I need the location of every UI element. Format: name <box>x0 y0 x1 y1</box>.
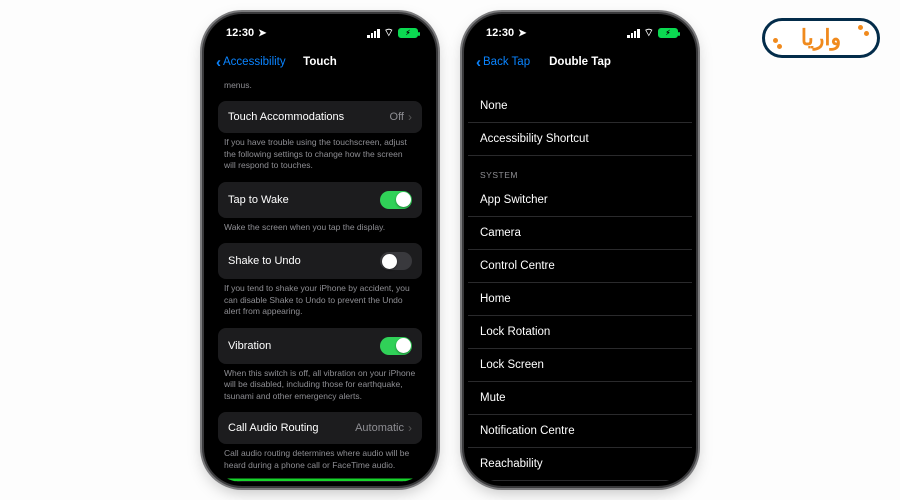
setting-label: Call Audio Routing <box>228 422 319 434</box>
footnote: If you have trouble using the touchscree… <box>218 133 422 181</box>
footnote: When this switch is off, all vibration o… <box>218 364 422 412</box>
footnote: Wake the screen when you tap the display… <box>218 218 422 243</box>
setting-row-back-tap[interactable]: Back TapOff› <box>218 481 422 482</box>
option-app-switcher[interactable]: App Switcher <box>468 184 692 217</box>
chevron-right-icon: › <box>408 110 412 124</box>
location-icon: ➤ <box>258 28 266 39</box>
location-icon: ➤ <box>518 28 526 39</box>
nav-header: ‹ Back Tap Double Tap <box>468 48 692 76</box>
chevron-left-icon: ‹ <box>216 55 221 70</box>
brand-logo: واریا <box>762 18 880 58</box>
screen-double-tap: 12:30 ➤ ⌔ ⚡︎ ‹ Back Tap Double Tap NoneA… <box>468 18 692 482</box>
notch <box>525 14 635 36</box>
toggle[interactable] <box>380 191 412 209</box>
notch <box>265 14 375 36</box>
option-control-centre[interactable]: Control Centre <box>468 250 692 283</box>
chevron-right-icon: › <box>408 421 412 435</box>
footnote: menus. <box>218 76 422 101</box>
status-time: 12:30 <box>486 27 514 39</box>
wifi-icon: ⌔ <box>644 28 654 39</box>
option-home[interactable]: Home <box>468 283 692 316</box>
setting-label: Touch Accommodations <box>228 111 344 123</box>
footnote: If you tend to shake your iPhone by acci… <box>218 279 422 327</box>
option-notification-centre[interactable]: Notification Centre <box>468 415 692 448</box>
toggle[interactable] <box>380 252 412 270</box>
option-accessibility-shortcut[interactable]: Accessibility Shortcut <box>468 123 692 156</box>
group-label-system: SYSTEM <box>468 156 692 184</box>
setting-row-call-audio-routing[interactable]: Call Audio Routing Automatic› <box>218 412 422 444</box>
nav-header: ‹ Accessibility Touch <box>208 48 432 76</box>
chevron-left-icon: ‹ <box>476 55 481 70</box>
status-time: 12:30 <box>226 27 254 39</box>
setting-row-touch-accommodations[interactable]: Touch Accommodations Off› <box>218 101 422 133</box>
setting-row-shake-to-undo[interactable]: Shake to Undo <box>218 243 422 279</box>
brand-text: واریا <box>801 25 841 51</box>
option-reachability[interactable]: Reachability <box>468 448 692 481</box>
option-camera[interactable]: Camera <box>468 217 692 250</box>
back-label: Accessibility <box>223 56 286 68</box>
screen-touch-settings: 12:30 ➤ ⌔ ⚡︎ ‹ Accessibility Touch menus… <box>208 18 432 482</box>
back-label: Back Tap <box>483 56 530 68</box>
back-button[interactable]: ‹ Accessibility <box>216 55 286 70</box>
iphone-left: 12:30 ➤ ⌔ ⚡︎ ‹ Accessibility Touch menus… <box>204 14 436 486</box>
setting-value: Off› <box>390 110 412 124</box>
option-screenshot[interactable]: Screenshot <box>468 481 692 482</box>
battery-charging-icon: ⚡︎ <box>658 28 678 38</box>
setting-label: Vibration <box>228 340 271 352</box>
option-lock-screen[interactable]: Lock Screen <box>468 349 692 382</box>
iphone-right: 12:30 ➤ ⌔ ⚡︎ ‹ Back Tap Double Tap NoneA… <box>464 14 696 486</box>
setting-value: Automatic› <box>355 421 412 435</box>
setting-label: Tap to Wake <box>228 194 289 206</box>
option-none[interactable]: None <box>468 90 692 123</box>
battery-charging-icon: ⚡︎ <box>398 28 418 38</box>
setting-row-tap-to-wake[interactable]: Tap to Wake <box>218 182 422 218</box>
wifi-icon: ⌔ <box>384 28 394 39</box>
setting-row-vibration[interactable]: Vibration <box>218 328 422 364</box>
option-mute[interactable]: Mute <box>468 382 692 415</box>
setting-label: Shake to Undo <box>228 255 301 267</box>
footnote: Call audio routing determines where audi… <box>218 444 422 481</box>
toggle[interactable] <box>380 337 412 355</box>
back-button[interactable]: ‹ Back Tap <box>476 55 530 70</box>
option-lock-rotation[interactable]: Lock Rotation <box>468 316 692 349</box>
